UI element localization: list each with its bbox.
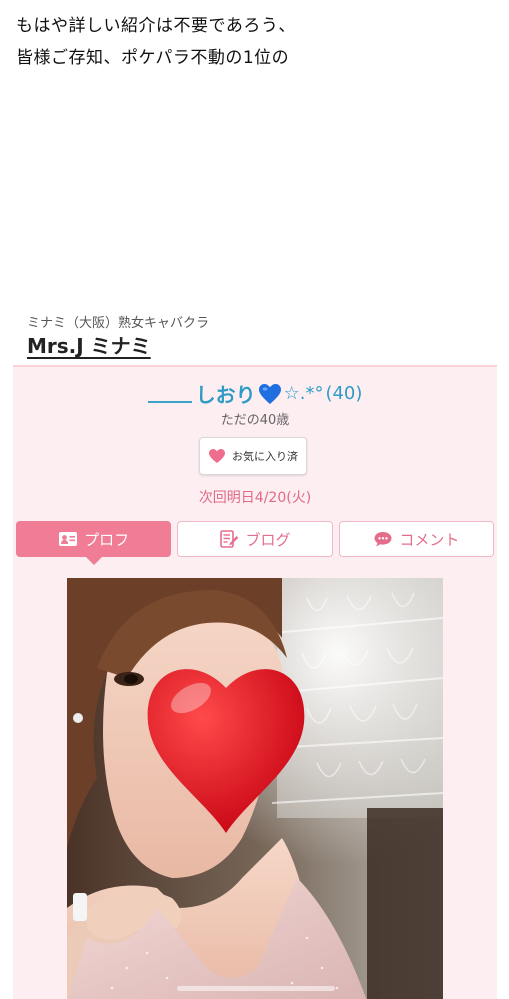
profile-photo-image [67, 578, 443, 999]
tab-blog-label: ブログ [245, 530, 291, 549]
profile-card: しおり ☆.*° (40) ただの40歳 お気に入り済 次回明日4/20(火) … [13, 365, 497, 999]
tab-profile[interactable]: プロフ [16, 521, 172, 565]
favorite-button-label: お気に入り済 [232, 450, 298, 463]
image-scroll-indicator[interactable] [177, 986, 335, 991]
comment-bubble-icon [374, 532, 392, 547]
star-decoration: ☆.*° [283, 383, 324, 404]
shop-subtitle: ミナミ（大阪）熟女キャバクラ [27, 316, 210, 331]
tab-profile-label: プロフ [84, 530, 130, 549]
blue-heart-icon [258, 383, 281, 404]
catchphrase: ただの40歳 [220, 413, 290, 428]
favorite-button[interactable]: お気に入り済 [199, 437, 307, 475]
girl-name: しおり [195, 383, 256, 407]
profile-card-icon [59, 532, 78, 546]
shop-name-link[interactable]: Mrs.J ミナミ [27, 330, 151, 359]
tab-comment-label: コメント [399, 530, 460, 549]
intro-line-2: 皆様ご存知、ポケパラ不動の1位の [16, 48, 290, 68]
girl-title: しおり ☆.*° (40) [13, 379, 497, 408]
intro-line-1: もはや詳しい紹介は不要であろう、 [16, 16, 296, 36]
heart-icon [209, 449, 225, 463]
tab-blog[interactable]: ブログ [177, 521, 333, 557]
profile-tabs: プロフ ブログ コメント [16, 521, 494, 565]
blog-edit-icon [220, 530, 239, 548]
intro-text: もはや詳しい紹介は不要であろう、 皆様ご存知、ポケパラ不動の1位の [16, 10, 496, 74]
girl-age: (40) [325, 383, 363, 404]
next-attendance: 次回明日4/20(火) [198, 490, 312, 506]
name-underline-decoration [147, 385, 192, 403]
tab-comment[interactable]: コメント [338, 521, 494, 557]
profile-photo[interactable] [67, 578, 443, 999]
